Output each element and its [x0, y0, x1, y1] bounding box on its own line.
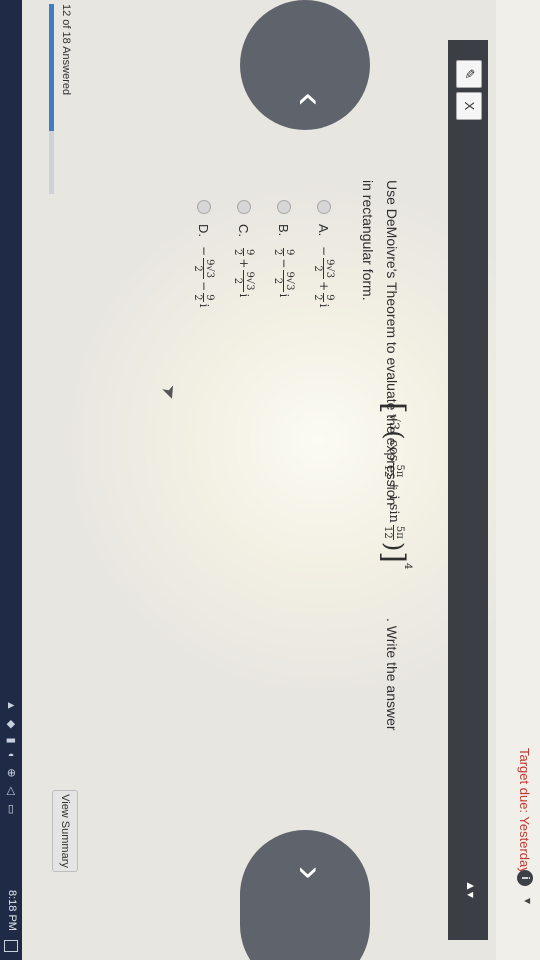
sin-angle-num: 5π [393, 524, 406, 540]
cos-angle-num: 5π [393, 463, 406, 479]
option-a[interactable]: A. − 9√3 2 + 92 i [304, 200, 344, 560]
imag-unit: i [317, 303, 331, 308]
left-paren: ( [380, 430, 408, 440]
sin-angle-den: 12 [382, 526, 394, 539]
progress-fill [49, 4, 54, 131]
cos-angle-den: 12 [382, 464, 394, 478]
radio-option-d[interactable] [197, 200, 211, 214]
caret-down-icon[interactable]: ▾ [521, 898, 535, 904]
mouse-cursor-icon: ➤ [157, 381, 182, 403]
pencil-icon[interactable]: ✎ [456, 60, 482, 88]
user-menu-icon[interactable]: ▲▾ [464, 880, 478, 898]
exponent: 4 [402, 562, 414, 570]
cos-angle: 5π 12 [382, 463, 406, 479]
option-expression: − 9√3 2 + 92 i [313, 246, 336, 307]
prompt-line2: in rectangular form. [360, 180, 376, 301]
operator: + [237, 258, 251, 269]
term1: 9√3 2 [312, 258, 336, 280]
radio-option-c[interactable] [237, 200, 251, 214]
top-header: Target due: Yesterday i ▾ [496, 0, 540, 960]
view-summary-button[interactable]: View Summary [52, 790, 78, 872]
option-expression: 92 − 9√3 2 i [273, 246, 296, 297]
next-question-button[interactable]: › [240, 830, 370, 960]
option-letter: B. [276, 224, 292, 237]
term1-num: 9√3 [323, 258, 336, 280]
option-c[interactable]: C. 92 + 9√3 2 i [224, 200, 264, 560]
question-toolbar [448, 40, 488, 940]
target-due-text: Target due: Yesterday [517, 748, 532, 874]
term1-num: 9 [243, 248, 256, 257]
radio-option-a[interactable] [317, 200, 331, 214]
notification-icon[interactable] [4, 940, 18, 952]
system-tray-icons[interactable]: ▲ ◆ ▮ ◐ ⊕ ◁ ▭ [5, 700, 18, 817]
close-icon[interactable]: X [456, 92, 482, 120]
operator: − [197, 281, 211, 292]
term2-num: 9√3 [243, 270, 256, 292]
os-taskbar: ▲ ◆ ▮ ◐ ⊕ ◁ ▭ 8:18 PM [0, 0, 22, 960]
term2: 92 [192, 293, 216, 302]
imag-unit: i [237, 293, 251, 298]
progress-bar [49, 4, 54, 194]
left-bracket: [ [376, 402, 412, 414]
option-d[interactable]: D. − 9√3 2 − 92 i [184, 200, 224, 560]
chevron-right-icon: › [288, 866, 332, 880]
term2-num: 9 [323, 293, 336, 302]
option-expression: − 9√3 2 − 92 i [193, 246, 216, 307]
option-letter: C. [236, 224, 252, 237]
option-expression: 92 + 9√3 2 i [233, 246, 256, 297]
operator: − [277, 258, 291, 269]
term2: 92 [312, 293, 336, 302]
chevron-left-icon: ‹ [288, 92, 332, 106]
option-b[interactable]: B. 92 − 9√3 2 i [264, 200, 304, 560]
answer-options: A. − 9√3 2 + 92 i B. 92 − 9√3 2 i C. 9 2… [184, 200, 344, 560]
term2-den: 2 [272, 277, 284, 285]
term1-num: 9 [283, 248, 296, 257]
imag-unit: i [197, 303, 211, 308]
operator: + [317, 281, 331, 292]
radio-option-b[interactable] [277, 200, 291, 214]
taskbar-clock: 8:18 PM [6, 890, 18, 931]
term2-den: 2 [192, 294, 204, 301]
sin-angle: 5π 12 [382, 524, 406, 540]
term2: 9√3 2 [272, 270, 296, 292]
term1: 9√3 2 [192, 258, 216, 280]
prompt-end: . Write the answer [384, 618, 400, 731]
right-paren: ) [380, 541, 408, 552]
sin-label: + i sin [386, 480, 402, 523]
sign: − [317, 246, 331, 257]
close-glyph: X [462, 101, 477, 111]
term2-den: 2 [232, 277, 244, 285]
option-letter: A. [316, 224, 332, 237]
answered-count: 12 of 18 Answered [60, 4, 72, 96]
sign: − [197, 246, 211, 257]
term1-den: 2 [312, 265, 324, 272]
imag-unit: i [277, 293, 291, 298]
screen: Target due: Yesterday i ▾ ✎ X ▲▾ ‹ › Use… [0, 0, 540, 960]
term1-num: 9√3 [203, 258, 216, 280]
term2: 9√3 2 [232, 270, 256, 292]
term1-den: 2 [192, 265, 204, 272]
demoivre-expression: [ √3 ( cos 5π 12 + i sin 5π 12 ) ] 4 [374, 402, 414, 569]
radical: √3 [386, 413, 402, 431]
term2-num: 9 [203, 293, 216, 302]
term1-den: 2 [232, 249, 244, 256]
right-bracket: ] [376, 551, 412, 563]
term1: 92 [272, 248, 296, 257]
term2-den: 2 [312, 294, 324, 301]
cos-label: cos [386, 439, 402, 462]
previous-question-button[interactable]: ‹ [240, 0, 370, 130]
term1: 92 [232, 248, 256, 257]
term2-num: 9√3 [283, 270, 296, 292]
option-letter: D. [196, 224, 212, 237]
info-icon[interactable]: i [517, 870, 533, 886]
term1-den: 2 [272, 249, 284, 256]
